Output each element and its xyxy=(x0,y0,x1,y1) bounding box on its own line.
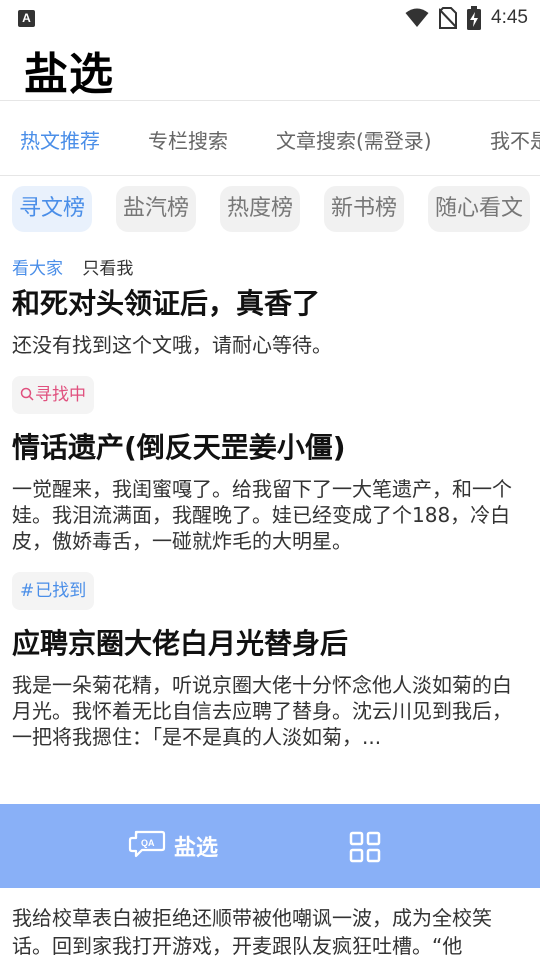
divider xyxy=(0,175,540,176)
nav-home-label: 盐选 xyxy=(174,836,219,861)
chip-xunwen[interactable]: 寻文榜 xyxy=(12,186,92,232)
qa-chat-icon: QA xyxy=(128,830,166,858)
filter-everyone[interactable]: 看大家 xyxy=(12,259,63,279)
chip-yanqi[interactable]: 盐汽榜 xyxy=(116,186,196,232)
no-sim-icon xyxy=(439,7,458,29)
article-desc: 还没有找到这个文哦，请耐心等待。 xyxy=(12,333,332,357)
view-filter: 看大家 只看我 xyxy=(12,254,147,279)
chip-redu[interactable]: 热度榜 xyxy=(220,186,300,232)
article-card[interactable]: 和死对头领证后，真香了 还没有找到这个文哦，请耐心等待。 寻找中 xyxy=(0,282,540,414)
article-title: 和死对头领证后，真香了 xyxy=(12,287,321,320)
status-time: 4:45 xyxy=(491,7,528,28)
status-icons: 4:45 xyxy=(405,6,528,30)
search-icon xyxy=(20,387,34,401)
filter-only-me[interactable]: 只看我 xyxy=(82,259,133,279)
app-title: 盐选 xyxy=(24,49,114,100)
chip-suixin[interactable]: 随心看文 xyxy=(428,186,530,232)
article-title: 应聘京圈大佬白月光替身后 xyxy=(12,627,349,660)
badge-label: 已找到 xyxy=(35,581,87,601)
status-badge: 寻找中 xyxy=(12,376,94,414)
tab-hot-articles[interactable]: 热文推荐 xyxy=(20,125,100,154)
article-title: 情话遗产(倒反天罡姜小僵) xyxy=(12,431,346,464)
bottom-nav: QA 盐选 xyxy=(0,804,540,888)
article-card[interactable]: 情话遗产(倒反天罡姜小僵) 一觉醒来，我闺蜜嘎了。给我留下了一大笔遗产，和一个娃… xyxy=(0,426,540,610)
battery-charging-icon xyxy=(467,6,482,30)
status-badge: #已找到 xyxy=(12,572,95,610)
chip-xinshu[interactable]: 新书榜 xyxy=(324,186,404,232)
tab-truncated[interactable]: 我不是 xyxy=(490,125,540,154)
wifi-icon xyxy=(405,8,429,27)
hash-icon: # xyxy=(20,581,35,601)
grid-icon[interactable] xyxy=(349,831,381,863)
status-bar: A 4:45 xyxy=(0,0,540,36)
article-feed: 和死对头领证后，真香了 还没有找到这个文哦，请耐心等待。 寻找中 情话遗产(倒反… xyxy=(0,282,540,750)
app-notification-icon: A xyxy=(18,10,35,27)
article-desc-partial: 我给校草表白被拒绝还顺带被他嘲讽一波，成为全校笑话。回到家我打开游戏，开麦跟队友… xyxy=(12,906,492,958)
nav-home-button[interactable]: QA 盐选 xyxy=(128,828,218,864)
top-tabs: 热文推荐 专栏搜索 文章搜索(需登录) 我不是 xyxy=(0,101,540,175)
article-card[interactable]: 应聘京圈大佬白月光替身后 我是一朵菊花精，听说京圈大佬十分怀念他人淡如菊的白月光… xyxy=(0,622,540,750)
tab-column-search[interactable]: 专栏搜索 xyxy=(148,125,228,154)
svg-text:QA: QA xyxy=(141,838,155,848)
tab-article-search[interactable]: 文章搜索(需登录) xyxy=(276,125,432,154)
badge-label: 寻找中 xyxy=(35,385,86,405)
ranking-chips: 寻文榜 盐汽榜 热度榜 新书榜 随心看文 xyxy=(0,186,540,232)
article-desc: 我是一朵菊花精，听说京圈大佬十分怀念他人淡如菊的白月光。我怀着无比自信去应聘了替… xyxy=(12,673,512,749)
article-desc: 一觉醒来，我闺蜜嘎了。给我留下了一大笔遗产，和一个娃。我泪流满面，我醒晚了。娃已… xyxy=(12,477,512,553)
